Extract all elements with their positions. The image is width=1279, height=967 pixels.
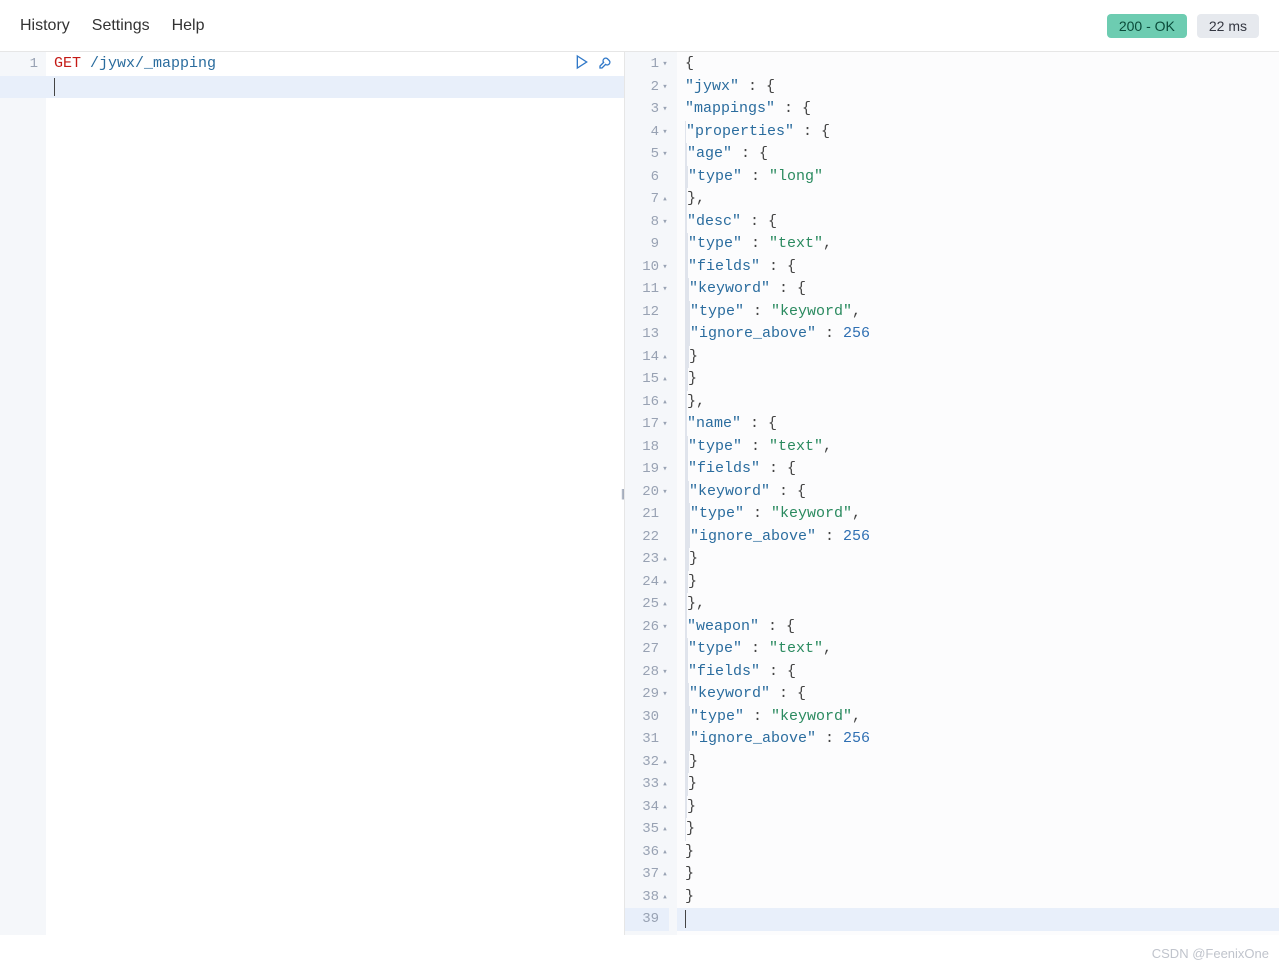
gutter-line: 1▾ [625, 53, 669, 76]
response-viewer[interactable]: { "jywx" : { "mappings" : { "properties"… [677, 52, 1279, 935]
gutter-line: 35▴ [625, 818, 669, 841]
gutter-line: 37▴ [625, 863, 669, 886]
fold-icon[interactable]: ▾ [661, 278, 669, 301]
gutter-line: 31 [625, 728, 669, 751]
editor-panes: 1 2 GET /jywx/_mapping || 1▾2▾3▾4▾5▾67▴8… [0, 52, 1279, 935]
fold-icon[interactable]: ▾ [661, 256, 669, 279]
gutter-line: 36▴ [625, 841, 669, 864]
gutter-line: 29▾ [625, 683, 669, 706]
gutter-line: 10▾ [625, 256, 669, 279]
fold-icon[interactable]: ▴ [661, 346, 669, 369]
gutter-line: 8▾ [625, 211, 669, 234]
topbar: History Settings Help 200 - OK 22 ms [0, 0, 1279, 52]
request-gutter: 1 2 [0, 52, 46, 935]
gutter-line: 27 [625, 638, 669, 661]
menu-settings[interactable]: Settings [92, 17, 150, 35]
gutter-line: 11▾ [625, 278, 669, 301]
gutter-line: 28▾ [625, 661, 669, 684]
fold-icon[interactable]: ▾ [661, 661, 669, 684]
response-gutter: 1▾2▾3▾4▾5▾67▴8▾910▾11▾121314▴15▴16▴17▾18… [625, 52, 677, 935]
fold-icon[interactable]: ▾ [661, 616, 669, 639]
request-editor[interactable]: GET /jywx/_mapping [46, 52, 624, 935]
gutter-line: 3▾ [625, 98, 669, 121]
fold-icon[interactable]: ▴ [661, 773, 669, 796]
gutter-line: 12 [625, 301, 669, 324]
gutter-line: 23▴ [625, 548, 669, 571]
status-badge: 200 - OK [1107, 14, 1187, 38]
gutter-line: 9 [625, 233, 669, 256]
fold-icon[interactable]: ▾ [661, 98, 669, 121]
gutter-line: 20▾ [625, 481, 669, 504]
fold-icon[interactable]: ▴ [661, 593, 669, 616]
time-badge: 22 ms [1197, 14, 1259, 38]
menu-history[interactable]: History [20, 17, 70, 35]
request-pane: 1 2 GET /jywx/_mapping [0, 52, 625, 935]
fold-icon[interactable]: ▴ [661, 818, 669, 841]
watermark: CSDN @FeenixOne [1152, 946, 1269, 961]
gutter-line: 25▴ [625, 593, 669, 616]
gutter-line: 13 [625, 323, 669, 346]
fold-icon[interactable]: ▴ [661, 548, 669, 571]
gutter-line: 19▾ [625, 458, 669, 481]
gutter-line: 2▾ [625, 76, 669, 99]
fold-icon[interactable]: ▾ [661, 121, 669, 144]
fold-icon[interactable]: ▾ [661, 458, 669, 481]
fold-icon[interactable]: ▴ [661, 368, 669, 391]
gutter-line: 15▴ [625, 368, 669, 391]
fold-icon[interactable]: ▾ [661, 76, 669, 99]
gutter-line: 5▾ [625, 143, 669, 166]
fold-icon[interactable]: ▴ [661, 188, 669, 211]
fold-icon[interactable]: ▴ [661, 751, 669, 774]
fold-icon[interactable]: ▴ [661, 863, 669, 886]
gutter-line: 14▴ [625, 346, 669, 369]
fold-icon[interactable]: ▾ [661, 211, 669, 234]
fold-icon[interactable]: ▴ [661, 841, 669, 864]
gutter-line: 18 [625, 436, 669, 459]
response-pane: 1▾2▾3▾4▾5▾67▴8▾910▾11▾121314▴15▴16▴17▾18… [625, 52, 1279, 935]
gutter-line: 39 [625, 908, 669, 931]
fold-icon[interactable]: ▴ [661, 886, 669, 909]
code-line: GET /jywx/_mapping [54, 53, 624, 76]
gutter-line: 26▾ [625, 616, 669, 639]
gutter-line: 22 [625, 526, 669, 549]
gutter-line: 24▴ [625, 571, 669, 594]
gutter-line: 4▾ [625, 121, 669, 144]
fold-icon[interactable]: ▾ [661, 683, 669, 706]
fold-icon[interactable]: ▾ [661, 413, 669, 436]
gutter-line: 38▴ [625, 886, 669, 909]
gutter-line: 16▴ [625, 391, 669, 414]
gutter-line: 32▴ [625, 751, 669, 774]
fold-icon[interactable]: ▾ [661, 481, 669, 504]
gutter-line: 1 [0, 53, 38, 76]
gutter-line: 21 [625, 503, 669, 526]
fold-icon[interactable]: ▴ [661, 796, 669, 819]
code-line [54, 76, 624, 99]
fold-icon[interactable]: ▴ [661, 571, 669, 594]
status-area: 200 - OK 22 ms [1107, 14, 1259, 38]
fold-icon[interactable]: ▾ [661, 143, 669, 166]
cursor [54, 78, 55, 96]
gutter-line: 33▴ [625, 773, 669, 796]
fold-icon[interactable]: ▴ [661, 391, 669, 414]
menu: History Settings Help [20, 17, 205, 35]
menu-help[interactable]: Help [172, 17, 205, 35]
fold-icon[interactable]: ▾ [661, 53, 669, 76]
gutter-line: 6 [625, 166, 669, 189]
gutter-line: 30 [625, 706, 669, 729]
cursor [685, 910, 686, 928]
gutter-line: 17▾ [625, 413, 669, 436]
gutter-line: 34▴ [625, 796, 669, 819]
gutter-line: 7▴ [625, 188, 669, 211]
